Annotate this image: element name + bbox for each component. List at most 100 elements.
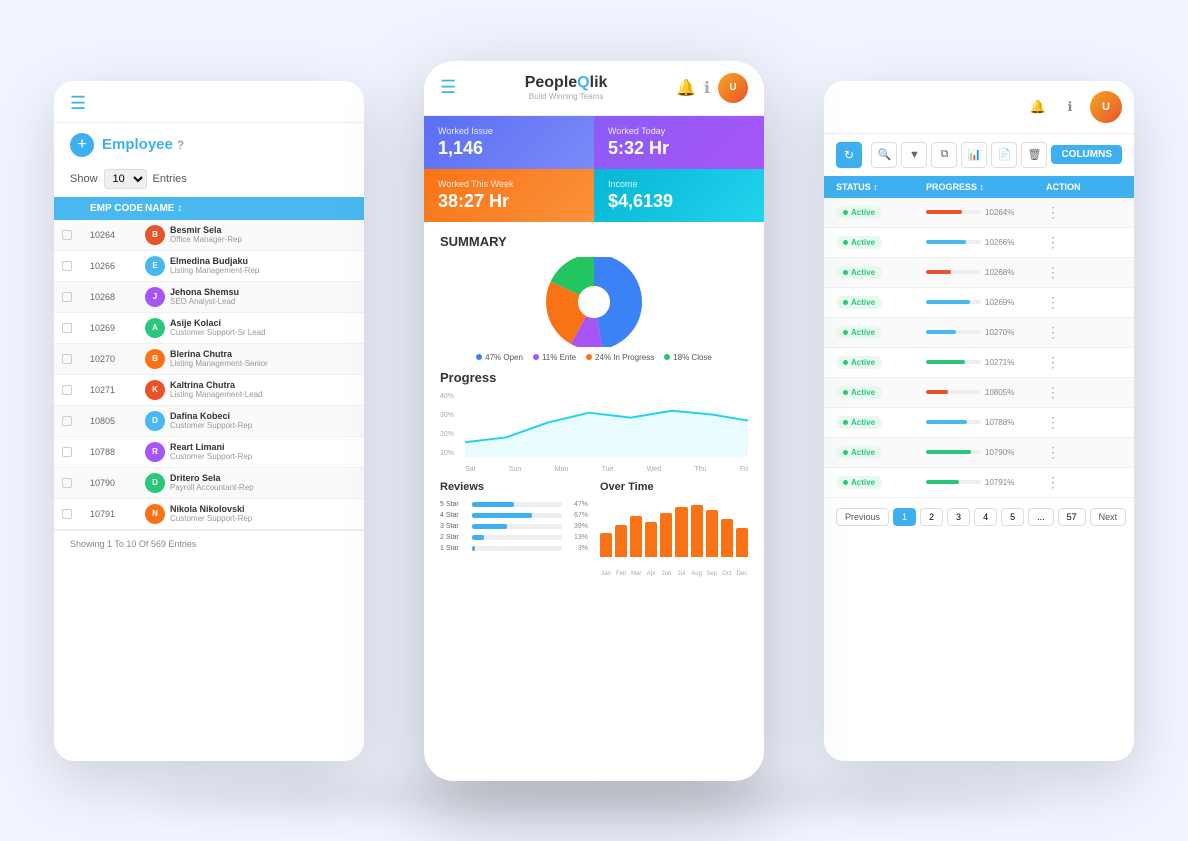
action-menu-icon[interactable]: ⋮ [1046,294,1060,310]
action-menu-icon[interactable]: ⋮ [1046,384,1060,400]
row-checkbox[interactable] [62,478,72,488]
progress-label: 10264% [985,208,1014,217]
page-last-button[interactable]: 57 [1058,508,1086,526]
action-cell: ⋮ [1046,204,1116,221]
ot-x-label: Jul [675,571,687,577]
columns-button[interactable]: COLUMNS [1051,145,1122,164]
phone-hamburger-icon[interactable]: ☰ [440,77,456,98]
emp-code: 10805 [90,416,145,426]
action-cell: ⋮ [1046,354,1116,371]
user-avatar[interactable]: U [718,73,748,103]
progress-title: Progress [440,370,748,385]
table-row: Active 10790% ⋮ [824,438,1134,468]
pie-chart-container: 47% Open 11% Ente 24% In Progress 18% Cl… [440,257,748,362]
page-3-button[interactable]: 3 [947,508,970,526]
row-checkbox[interactable] [62,354,72,364]
emp-info: D Dafina Kobeci Customer Support-Rep [145,411,356,431]
add-employee-button[interactable]: + [70,133,94,157]
status-dot [843,240,848,245]
entries-select[interactable]: 10 25 50 [104,169,147,189]
prev-button[interactable]: Previous [836,508,889,526]
status-badge: Active [836,476,882,489]
action-menu-icon[interactable]: ⋮ [1046,324,1060,340]
hamburger-icon[interactable]: ☰ [70,93,86,114]
page-5-button[interactable]: 5 [1001,508,1024,526]
row-checkbox[interactable] [62,416,72,426]
page-4-button[interactable]: 4 [974,508,997,526]
progress-label: 10271% [985,358,1014,367]
progress-label: 10269% [985,298,1014,307]
search-button[interactable]: 🔍 [871,142,897,168]
status-dot [843,210,848,215]
progress-cell: 10805% [926,388,1046,397]
page-ellipsis[interactable]: ... [1028,508,1054,526]
page-1-button[interactable]: 1 [893,508,916,526]
info-icon[interactable]: ℹ [1058,95,1082,119]
bell-icon[interactable]: 🔔 [676,78,696,98]
copy-button[interactable]: ⧉ [931,142,957,168]
review-fill [472,546,475,551]
right-tablet-header: 🔔 ℹ U [824,81,1134,134]
action-menu-icon[interactable]: ⋮ [1046,354,1060,370]
review-bar [472,513,562,518]
table-row: 10271 K Kaltrina Chutra Listing Manageme… [54,375,364,406]
emp-name: Jehona Shemsu [170,287,239,297]
rt-table-header: STATUS ↕ PROGRESS ↕ ACTION [824,176,1134,198]
action-menu-icon[interactable]: ⋮ [1046,444,1060,460]
help-icon[interactable]: ? [177,138,184,152]
delete-button[interactable]: 🗑 [1021,142,1047,168]
review-pct: 13% [566,534,588,541]
row-checkbox[interactable] [62,261,72,271]
bell-icon[interactable]: 🔔 [1026,95,1050,119]
filter-button[interactable]: ▼ [901,142,927,168]
legend-item: 24% In Progress [586,353,654,362]
progress-fill [926,360,965,364]
star-label: 2 Star [440,534,468,541]
progress-label: 10805% [985,388,1014,397]
row-checkbox[interactable] [62,292,72,302]
info-icon[interactable]: ℹ [704,78,710,98]
stat-label: Worked This Week [438,179,580,189]
progress-label: 10266% [985,238,1014,247]
action-cell: ⋮ [1046,384,1116,401]
emp-role: Customer Support-Rep [170,452,252,461]
row-checkbox[interactable] [62,230,72,240]
progress-fill [926,240,966,244]
pdf-button[interactable]: 📄 [991,142,1017,168]
page-2-button[interactable]: 2 [920,508,943,526]
status-cell: Active [836,386,926,399]
emp-role: Customer Support-Rep [170,421,252,430]
progress-cell: 10271% [926,358,1046,367]
action-menu-icon[interactable]: ⋮ [1046,234,1060,250]
overtime-x-labels: JanFebMarAprJunJulAugSepOctDec [600,571,748,577]
action-menu-icon[interactable]: ⋮ [1046,474,1060,490]
action-menu-icon[interactable]: ⋮ [1046,204,1060,220]
emp-code: 10271 [90,385,145,395]
legend-dot [586,354,592,360]
emp-code: 10269 [90,323,145,333]
next-button[interactable]: Next [1090,508,1127,526]
emp-details: Dritero Sela Payroll Accountant-Rep [170,473,254,492]
status-cell: Active [836,236,926,249]
status-dot [843,420,848,425]
row-checkbox[interactable] [62,447,72,457]
emp-info: K Kaltrina Chutra Listing Management-Lea… [145,380,356,400]
action-menu-icon[interactable]: ⋮ [1046,414,1060,430]
emp-info: A Asije Kolaci Customer Support-Sr Lead [145,318,356,338]
row-checkbox[interactable] [62,323,72,333]
review-row: 3 Star 39% [440,523,588,530]
row-checkbox[interactable] [62,509,72,519]
review-row: 1 Star 3% [440,545,588,552]
emp-info: D Dritero Sela Payroll Accountant-Rep [145,473,356,493]
star-label: 1 Star [440,545,468,552]
row-checkbox[interactable] [62,385,72,395]
emp-name: Reart Limani [170,442,252,452]
overtime-section: Over Time JanFebMarAprJunJulAugSepOctDec [600,481,748,577]
user-avatar[interactable]: U [1090,91,1122,123]
status-badge: Active [836,356,882,369]
excel-button[interactable]: 📊 [961,142,987,168]
emp-details: Kaltrina Chutra Listing Management-Lead [170,380,263,399]
progress-label: 10268% [985,268,1014,277]
action-menu-icon[interactable]: ⋮ [1046,264,1060,280]
refresh-button[interactable]: ↻ [836,142,862,168]
